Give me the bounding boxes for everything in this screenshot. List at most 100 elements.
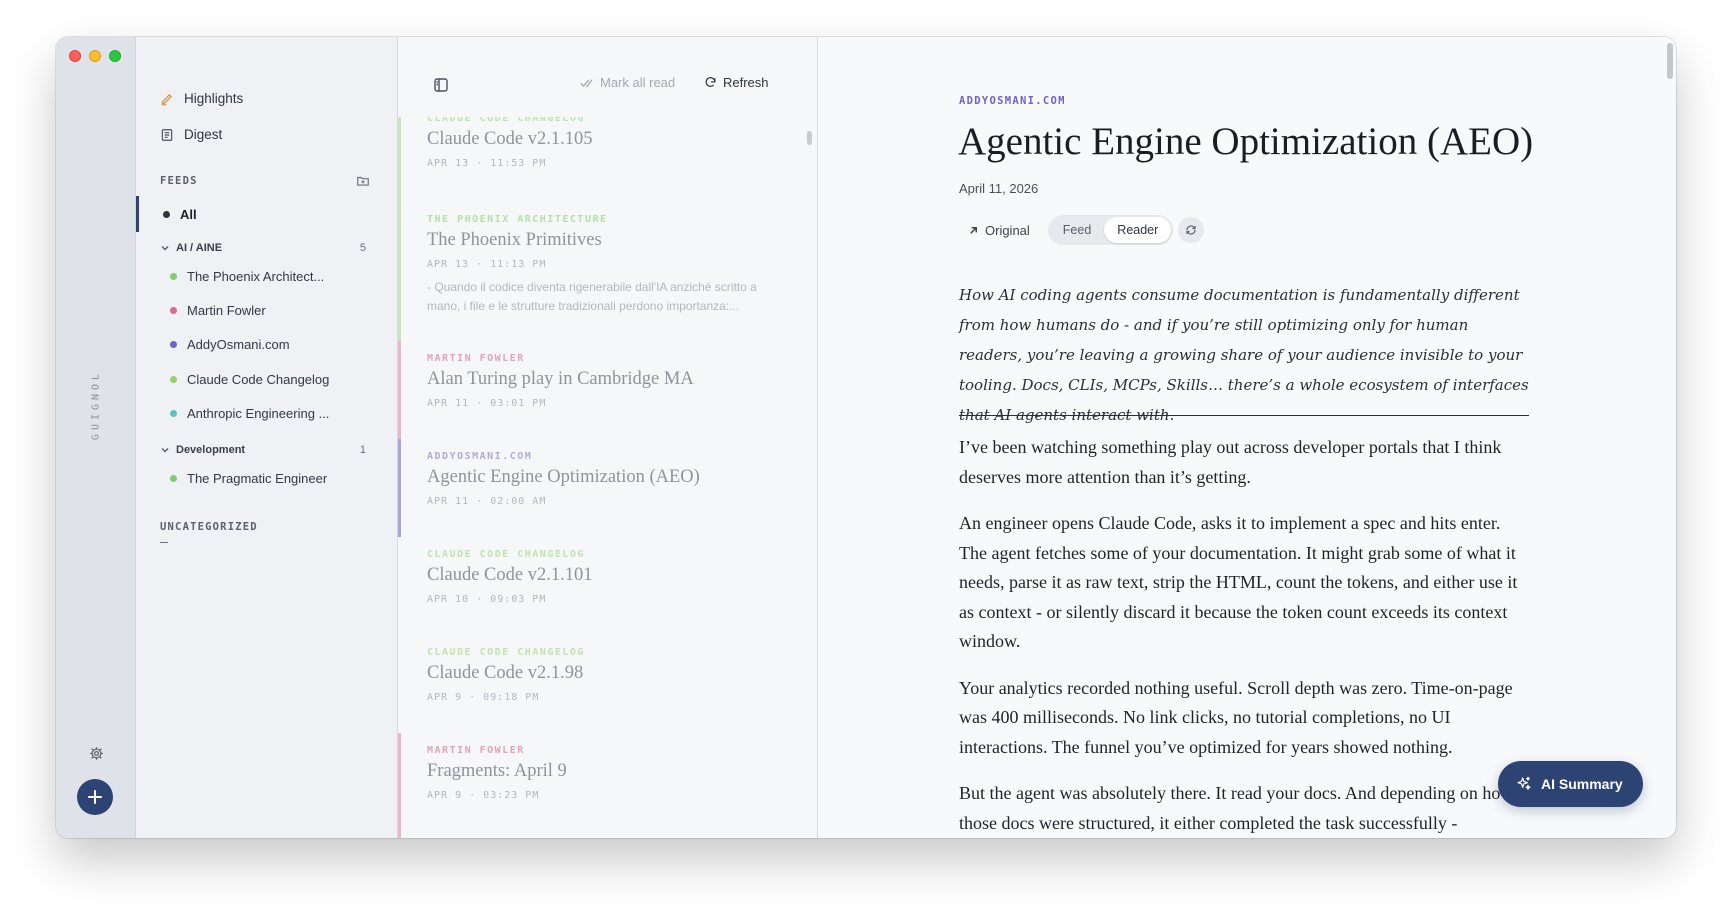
feed-martin-fowler[interactable]: Martin Fowler	[170, 303, 360, 318]
refresh-icon	[705, 77, 716, 87]
reader-pane: ADDYOSMANI.COM Agentic Engine Optimizati…	[818, 37, 1676, 838]
article-date: APR 11	[427, 398, 470, 409]
article-title: Fragments: April 9	[427, 761, 567, 781]
feeds-section-label: FEEDS	[160, 175, 198, 187]
article-time: 11:13 PM	[490, 259, 547, 270]
group-name: Development	[176, 444, 246, 456]
reader-controls: Original Feed Reader	[968, 215, 1205, 245]
article-item-selected[interactable]: ADDYOSMANI.COM Agentic Engine Optimizati…	[398, 439, 817, 537]
chevron-down-icon	[161, 447, 169, 453]
toggle-sidebar-icon[interactable]	[434, 77, 448, 96]
feed-claude-code-changelog[interactable]: Claude Code Changelog	[170, 372, 360, 387]
feed-phoenix-architecture[interactable]: The Phoenix Architect...	[170, 269, 360, 284]
group-ai-aine[interactable]: AI / AINE 5	[160, 242, 366, 254]
article-item[interactable]: THE PHOENIX ARCHITECTURE The Phoenix Pri…	[398, 198, 817, 341]
article-time: 09:03 PM	[490, 594, 547, 605]
feed-addyosmani[interactable]: AddyOsmani.com	[170, 337, 360, 352]
article-item[interactable]: MARTIN FOWLER Alan Turing play in Cambri…	[398, 341, 817, 439]
feed-color-dot	[170, 410, 177, 417]
feed-pragmatic-engineer[interactable]: The Pragmatic Engineer	[170, 471, 360, 486]
view-mode-toggle: Feed Reader	[1047, 215, 1174, 245]
article-meta: APR 11 · 03:01 PM	[427, 398, 547, 409]
article-time: 09:18 PM	[483, 692, 540, 703]
reader-title: Agentic Engine Optimization (AEO)	[958, 120, 1534, 163]
feed-mode-button[interactable]: Feed	[1050, 217, 1105, 243]
article-meta: APR 11 · 02:00 AM	[427, 496, 547, 507]
uncategorized-section-label: UNCATEGORIZED	[160, 521, 258, 533]
sparkles-icon	[1517, 776, 1531, 790]
article-date: APR 13	[427, 158, 470, 169]
new-folder-icon[interactable]	[356, 173, 370, 192]
nav-highlights[interactable]: Highlights	[160, 91, 243, 106]
group-development[interactable]: Development 1	[160, 444, 366, 456]
empty-dash	[160, 542, 168, 543]
minimize-window-button[interactable]	[89, 50, 101, 62]
article-date: APR 10	[427, 594, 470, 605]
open-original-button[interactable]: Original	[968, 223, 1030, 238]
add-feed-button[interactable]	[77, 779, 113, 815]
list-scrollbar[interactable]	[807, 131, 812, 145]
feed-name: The Phoenix Architect...	[187, 269, 325, 284]
ai-summary-button[interactable]: AI Summary	[1498, 761, 1643, 807]
article-title: Claude Code v2.1.101	[427, 565, 593, 585]
article-source: MARTIN FOWLER	[427, 745, 525, 756]
feed-name: AddyOsmani.com	[187, 337, 290, 352]
reader-scrollbar[interactable]	[1667, 43, 1673, 79]
mark-all-read-button[interactable]: Mark all read	[580, 75, 675, 90]
highlighter-icon	[161, 93, 172, 105]
article-title: Claude Code v2.1.105	[427, 129, 593, 149]
article-list-items: CLAUDE CODE CHANGELOG Claude Code v2.1.1…	[398, 101, 817, 838]
window-controls	[69, 50, 121, 62]
feed-name: Martin Fowler	[187, 303, 266, 318]
app-rail: GUIGNOL	[56, 37, 136, 838]
feed-name: Claude Code Changelog	[187, 372, 330, 387]
article-meta: APR 13 · 11:53 PM	[427, 158, 547, 169]
refresh-button[interactable]: Refresh	[704, 75, 769, 90]
article-time: 11:53 PM	[490, 158, 547, 169]
feeds-sidebar: Highlights Digest FEEDS All AI / AINE 5 …	[136, 37, 398, 838]
article-paragraph: I’ve been watching something play out ac…	[959, 437, 1502, 487]
article-title: Alan Turing play in Cambridge MA	[427, 369, 694, 389]
feed-all[interactable]: All	[136, 196, 397, 232]
article-paragraph: But the agent was absolutely there. It r…	[959, 783, 1514, 833]
chevron-down-icon	[161, 245, 169, 251]
feed-name: Anthropic Engineering ...	[187, 406, 330, 421]
article-title: Agentic Engine Optimization (AEO)	[427, 467, 700, 487]
article-title: Claude Code v2.1.98	[427, 663, 584, 683]
feed-color-dot	[170, 307, 177, 314]
article-meta: APR 13 · 11:13 PM	[427, 259, 547, 270]
feed-color-dot	[170, 475, 177, 482]
article-meta: APR 10 · 09:03 PM	[427, 594, 547, 605]
close-window-button[interactable]	[69, 50, 81, 62]
feed-color-dot	[170, 341, 177, 348]
reload-content-icon[interactable]	[1178, 217, 1205, 243]
article-excerpt: - Quando il codice diventa rigenerabile …	[427, 280, 757, 313]
article-item[interactable]: MARTIN FOWLER Fragments: April 9 APR 9 ·…	[398, 733, 817, 838]
reader-mode-button[interactable]: Reader	[1104, 217, 1172, 243]
nav-digest[interactable]: Digest	[160, 127, 222, 142]
article-source: CLAUDE CODE CHANGELOG	[427, 549, 585, 560]
article-source: CLAUDE CODE CHANGELOG	[427, 647, 585, 658]
nav-digest-label: Digest	[184, 127, 223, 142]
feed-name: The Pragmatic Engineer	[187, 471, 328, 486]
article-meta: APR 9 · 03:23 PM	[427, 790, 540, 801]
article-item[interactable]: CLAUDE CODE CHANGELOG Claude Code v2.1.9…	[398, 635, 817, 733]
feed-color-dot	[170, 273, 177, 280]
feed-anthropic-engineering[interactable]: Anthropic Engineering ...	[170, 406, 360, 421]
article-time: 03:01 PM	[490, 398, 547, 409]
maximize-window-button[interactable]	[109, 50, 121, 62]
article-date: APR 13	[427, 259, 470, 270]
refresh-label: Refresh	[723, 75, 769, 90]
arrow-up-right-icon	[970, 226, 977, 234]
reader-source[interactable]: ADDYOSMANI.COM	[959, 95, 1066, 107]
group-name: AI / AINE	[176, 242, 223, 254]
article-source: MARTIN FOWLER	[427, 353, 525, 364]
settings-gear-icon[interactable]	[86, 743, 106, 763]
article-item[interactable]: CLAUDE CODE CHANGELOG Claude Code v2.1.1…	[398, 537, 817, 635]
divider	[959, 415, 1529, 416]
feed-all-label: All	[180, 206, 197, 222]
article-meta: APR 9 · 09:18 PM	[427, 692, 540, 703]
app-brand: GUIGNOL	[90, 369, 102, 441]
reader-date: April 11, 2026	[959, 181, 1039, 196]
article-paragraph: An engineer opens Claude Code, asks it t…	[959, 513, 1518, 651]
